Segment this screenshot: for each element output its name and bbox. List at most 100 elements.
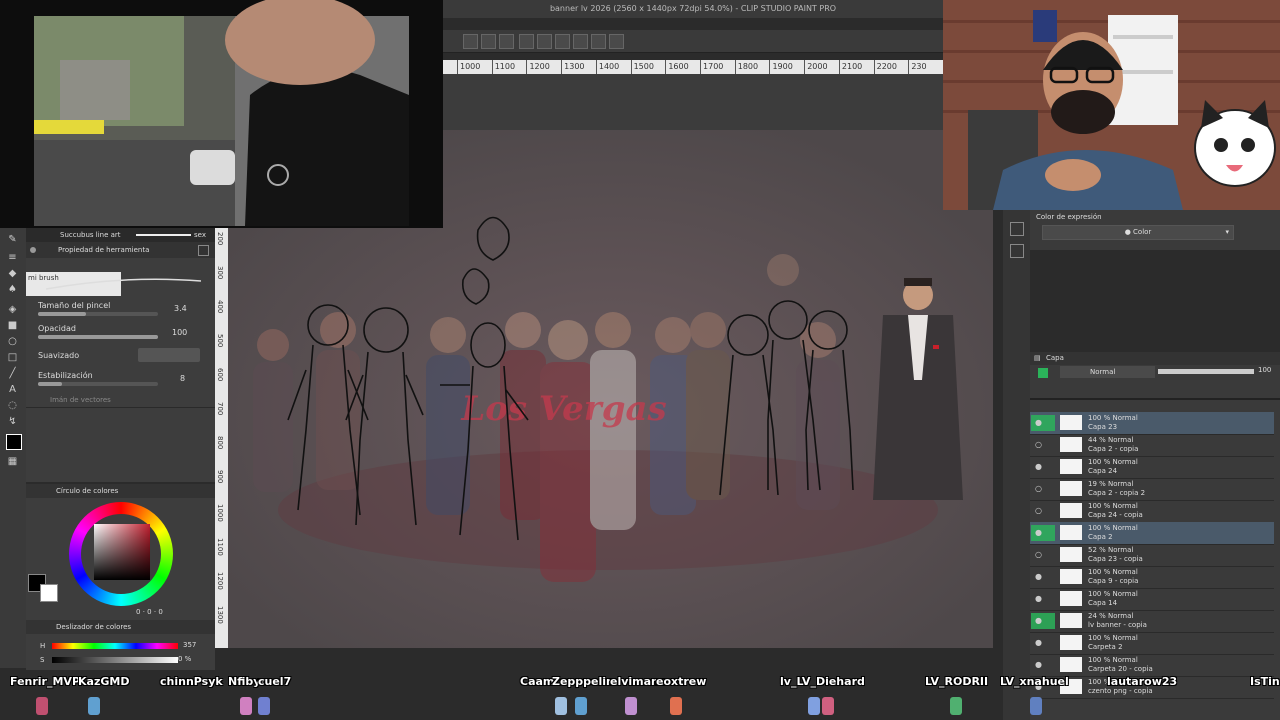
eye-icon[interactable]: ● (1035, 594, 1042, 603)
eye-icon[interactable]: ● (1035, 572, 1042, 581)
color-wheel-header: Círculo de colores (26, 484, 215, 498)
layer-name[interactable]: Carpeta 2 (1088, 643, 1123, 651)
grid-icon[interactable] (609, 34, 624, 49)
hue-ring[interactable] (69, 502, 173, 606)
sub-view-icon[interactable] (1010, 244, 1024, 258)
layer-row[interactable]: ○ 100 % Normal Capa 24 - copia (1030, 500, 1274, 523)
layer-row[interactable]: ● 100 % Normal Capa 23 (1030, 412, 1274, 435)
layer-row[interactable]: ● 100 % Normal Carpeta 2 (1030, 632, 1274, 655)
pen-icon[interactable] (499, 34, 514, 49)
chevron-down-icon: ▾ (1225, 228, 1229, 236)
layer-name[interactable]: Capa 9 - copia (1088, 577, 1138, 585)
chat-username: eoxtrew (656, 675, 707, 688)
layer-row[interactable]: ● 24 % Normal lv banner - copia (1030, 610, 1274, 633)
main-color-swatch[interactable] (6, 434, 22, 450)
pen-tool-icon[interactable]: ✎ (6, 234, 19, 245)
eye-icon[interactable]: ○ (1035, 440, 1042, 449)
layer-row[interactable]: ○ 52 % Normal Capa 23 - copia (1030, 544, 1274, 567)
layer-name[interactable]: Capa 23 (1088, 423, 1117, 431)
shape-tool-icon[interactable]: ○ (6, 336, 19, 347)
layer-opacity-slider[interactable] (1158, 369, 1254, 374)
gradient-tool-icon[interactable]: ■ (6, 320, 19, 331)
color-slider-panel: Deslizador de colores H 357 S 0 % (26, 620, 215, 670)
undo-icon[interactable] (463, 34, 478, 49)
layer-color-toggle[interactable] (1038, 368, 1048, 378)
menu-icon[interactable]: ≡ (6, 252, 19, 263)
layer-row[interactable]: ○ 44 % Normal Capa 2 - copia (1030, 434, 1274, 457)
text-tool-icon[interactable]: A (6, 384, 19, 395)
balloon-tool-icon[interactable]: ◌ (6, 400, 19, 411)
vruler-tick: 1300 (216, 606, 224, 624)
vruler-tick: 200 (216, 232, 224, 246)
eye-icon[interactable]: ○ (1035, 506, 1042, 515)
expression-color-select[interactable]: ● Color ▾ (1042, 225, 1234, 240)
layer-name[interactable]: Capa 24 (1088, 467, 1117, 475)
chat-username: Caam (520, 675, 555, 688)
correct-line-tool-icon[interactable]: ↯ (6, 416, 19, 427)
frame-tool-icon[interactable]: □ (6, 352, 19, 363)
eye-icon[interactable]: ● (1035, 462, 1042, 471)
vruler-tick: 300 (216, 266, 224, 280)
opacity-label: Opacidad (38, 324, 76, 333)
layer-opacity: 100 % Normal (1088, 524, 1138, 532)
eye-icon[interactable]: ● (1035, 616, 1042, 625)
eye-icon[interactable]: ● (1035, 528, 1042, 537)
eye-icon[interactable]: ● (1035, 638, 1042, 647)
tab-layer[interactable]: Capa (1046, 354, 1064, 362)
layer-row[interactable]: ● 100 % Normal Capa 2 (1030, 522, 1274, 545)
crop-icon[interactable] (591, 34, 606, 49)
transparent-color-icon[interactable]: ▦ (6, 456, 19, 467)
brush-name[interactable]: Succubus line art (60, 228, 121, 242)
layer-row[interactable]: ○ 19 % Normal Capa 2 - copia 2 (1030, 478, 1274, 501)
panel-menu-icon[interactable] (198, 245, 209, 256)
brush-size-value[interactable]: 3.4 (174, 304, 187, 313)
layer-name[interactable]: Capa 2 - copia (1088, 445, 1138, 453)
layer-opacity-value[interactable]: 100 (1258, 366, 1271, 374)
layer-name[interactable]: Capa 2 (1088, 533, 1113, 541)
ruler-tool-icon[interactable]: ╱ (6, 368, 19, 379)
fit-icon[interactable] (555, 34, 570, 49)
layer-thumbnail (1060, 437, 1082, 452)
navigator-icon[interactable] (1010, 222, 1024, 236)
redo-icon[interactable] (481, 34, 496, 49)
background-color-swatch[interactable] (40, 584, 58, 602)
chat-username: Zepppelin (552, 675, 614, 688)
ruler-tick: 1200 (526, 60, 561, 74)
eye-icon[interactable]: ○ (1035, 484, 1042, 493)
eraser-tool-icon[interactable]: ◆ (6, 268, 19, 279)
color-values: 0 · 0 · 0 (136, 608, 163, 616)
rotate-icon[interactable] (573, 34, 588, 49)
help-icon[interactable] (519, 34, 534, 49)
hue-slider[interactable] (52, 643, 178, 649)
smoothing-label: Suavizado (38, 351, 80, 360)
brush-tool-icon[interactable]: ♠ (6, 284, 19, 295)
brush-tag[interactable]: sex (194, 228, 206, 242)
fill-tool-icon[interactable]: ◈ (6, 304, 19, 315)
eye-icon[interactable]: ● (1035, 418, 1042, 427)
layer-name[interactable]: Capa 2 - copia 2 (1088, 489, 1145, 497)
blend-mode-select[interactable]: Normal (1060, 366, 1155, 378)
layer-name[interactable]: lv banner - copia (1088, 621, 1147, 629)
layer-name[interactable]: Capa 24 - copia (1088, 511, 1143, 519)
street-video-frame (0, 0, 443, 228)
vruler-tick: 1100 (216, 538, 224, 556)
opacity-slider[interactable] (38, 335, 158, 339)
saturation-slider[interactable] (52, 657, 178, 663)
opacity-value[interactable]: 100 (172, 328, 187, 337)
layer-row[interactable]: ● 100 % Normal Capa 14 (1030, 588, 1274, 611)
smoothing-selector[interactable] (138, 348, 200, 362)
ruler-tick: 1400 (595, 60, 631, 74)
eye-icon[interactable]: ○ (1035, 550, 1042, 559)
layer-row[interactable]: ● 100 % Normal Capa 9 - copia (1030, 566, 1274, 589)
layer-name[interactable]: Capa 23 - copia (1088, 555, 1143, 563)
stabilization-slider[interactable] (38, 382, 158, 386)
layer-name[interactable]: Capa 14 (1088, 599, 1117, 607)
brush-stroke-sample (46, 278, 202, 290)
stabilization-value[interactable]: 8 (180, 374, 185, 383)
saturation-value-square[interactable] (94, 524, 150, 580)
eye-icon[interactable]: ● (1035, 660, 1042, 669)
brush-size-slider[interactable] (38, 312, 158, 316)
transform-icon[interactable] (537, 34, 552, 49)
color-wheel-panel: Círculo de colores 0 · 0 · 0 (26, 484, 215, 620)
layer-row[interactable]: ● 100 % Normal Capa 24 (1030, 456, 1274, 479)
